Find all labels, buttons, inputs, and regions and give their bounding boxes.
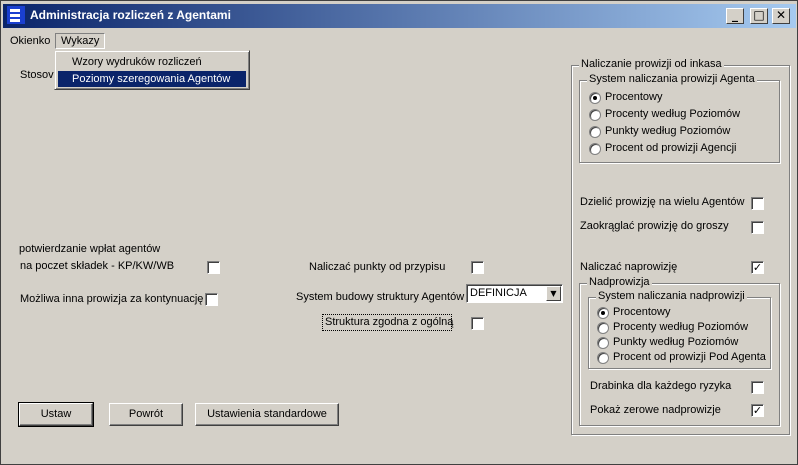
title-bar[interactable]: Administracja rozliczeń z Agentami _ □ ✕ <box>3 4 796 28</box>
system-nadprowizji-title: System naliczania nadprowizji <box>596 290 747 302</box>
mozliwa-prowizja-label: Możliwa inna prowizja za kontynuację <box>20 293 204 305</box>
naliczac-punkty-label: Naliczać punkty od przypisu <box>309 261 446 273</box>
system-budowy-select[interactable]: DEFINICJA ▼ <box>466 284 563 303</box>
prowizja-option-label: Procentowy <box>605 91 663 103</box>
nadprowizja-option-label: Punkty według Poziomów <box>613 336 739 348</box>
nadprowizja-option-label: Procenty według Poziomów <box>613 321 749 333</box>
potwierdzanie-label-line2: na poczet składek - KP/KW/WB <box>20 260 175 272</box>
menu-item-wzory-wydrukow[interactable]: Wzory wydruków rozliczeń <box>58 54 246 70</box>
maximize-button[interactable]: □ <box>750 8 768 24</box>
mozliwa-prowizja-checkbox[interactable] <box>205 293 218 306</box>
nadprowizja-radio-procenty-poziomow[interactable] <box>597 322 609 334</box>
stosow-label: Stosov <box>20 69 54 81</box>
nadprowizja-radio-procent-pod-agenta[interactable] <box>597 352 609 364</box>
nadprowizja-radio-punkty-poziomow[interactable] <box>597 337 609 349</box>
drabinka-checkbox[interactable] <box>751 381 764 394</box>
nadprowizja-option-label: Procentowy <box>613 306 671 318</box>
prowizja-radio-procentowy[interactable] <box>589 92 601 104</box>
system-budowy-value: DEFINICJA <box>470 287 527 299</box>
pokaz-checkbox[interactable]: ✓ <box>751 404 764 417</box>
prowizja-radio-procenty-poziomow[interactable] <box>589 109 601 121</box>
minimize-button[interactable]: _ <box>726 8 744 24</box>
prowizja-option-label: Punkty według Poziomów <box>605 125 731 137</box>
wykazy-dropdown-menu: Wzory wydruków rozliczeń Poziomy szerego… <box>54 50 250 90</box>
system-prowizji-title: System naliczania prowizji Agenta <box>587 73 757 85</box>
struktura-label: Struktura zgodna z ogólną <box>325 316 454 328</box>
prowizja-radio-procent-agencji[interactable] <box>589 143 601 155</box>
system-budowy-label: System budowy struktury Agentów <box>296 291 465 303</box>
nadprowizja-option-label: Procent od prowizji Pod Agenta <box>613 351 766 363</box>
struktura-checkbox[interactable] <box>471 317 484 330</box>
pokaz-label: Pokaż zerowe nadprowizje <box>590 404 721 416</box>
naliczac-naprowizje-checkbox[interactable]: ✓ <box>751 261 764 274</box>
drabinka-label: Drabinka dla każdego ryzyka <box>590 380 732 392</box>
dzielic-label: Dzielić prowizję na wielu Agentów <box>580 196 745 208</box>
prowizja-option-label: Procenty według Poziomów <box>605 108 741 120</box>
powrot-button[interactable]: Powrót <box>109 403 183 426</box>
app-window: Administracja rozliczeń z Agentami _ □ ✕… <box>0 0 798 465</box>
prowizja-option-label: Procent od prowizji Agencji <box>605 142 737 154</box>
close-button[interactable]: ✕ <box>772 8 790 24</box>
naliczac-punkty-checkbox[interactable] <box>471 261 484 274</box>
zaokraglac-checkbox[interactable] <box>751 221 764 234</box>
inkaso-group-title: Naliczanie prowizji od inkasa <box>579 58 724 70</box>
naliczac-naprowizje-label: Naliczać naprowizję <box>580 261 678 273</box>
potwierdzanie-checkbox[interactable] <box>207 261 220 274</box>
nadprowizja-title: Nadprowizja <box>587 276 652 288</box>
dzielic-checkbox[interactable] <box>751 197 764 210</box>
prowizja-radio-punkty-poziomow[interactable] <box>589 126 601 138</box>
nadprowizja-radio-procentowy[interactable] <box>597 307 609 319</box>
menu-bar: Okienko Wykazy <box>3 32 793 52</box>
zaokraglac-label: Zaokrąglać prowizję do groszy <box>580 220 729 232</box>
chevron-down-icon[interactable]: ▼ <box>546 286 561 301</box>
app-icon[interactable] <box>7 6 25 24</box>
window-title: Administracja rozliczeń z Agentami <box>30 8 231 22</box>
menu-okienko[interactable]: Okienko <box>5 34 55 48</box>
ustawienia-standardowe-button[interactable]: Ustawienia standardowe <box>195 403 339 426</box>
menu-item-poziomy-szeregowania[interactable]: Poziomy szeregowania Agentów <box>58 71 246 87</box>
potwierdzanie-label-line1: potwierdzanie wpłat agentów <box>19 243 161 255</box>
ustaw-button[interactable]: Ustaw <box>18 402 94 427</box>
menu-wykazy[interactable]: Wykazy <box>55 33 106 49</box>
